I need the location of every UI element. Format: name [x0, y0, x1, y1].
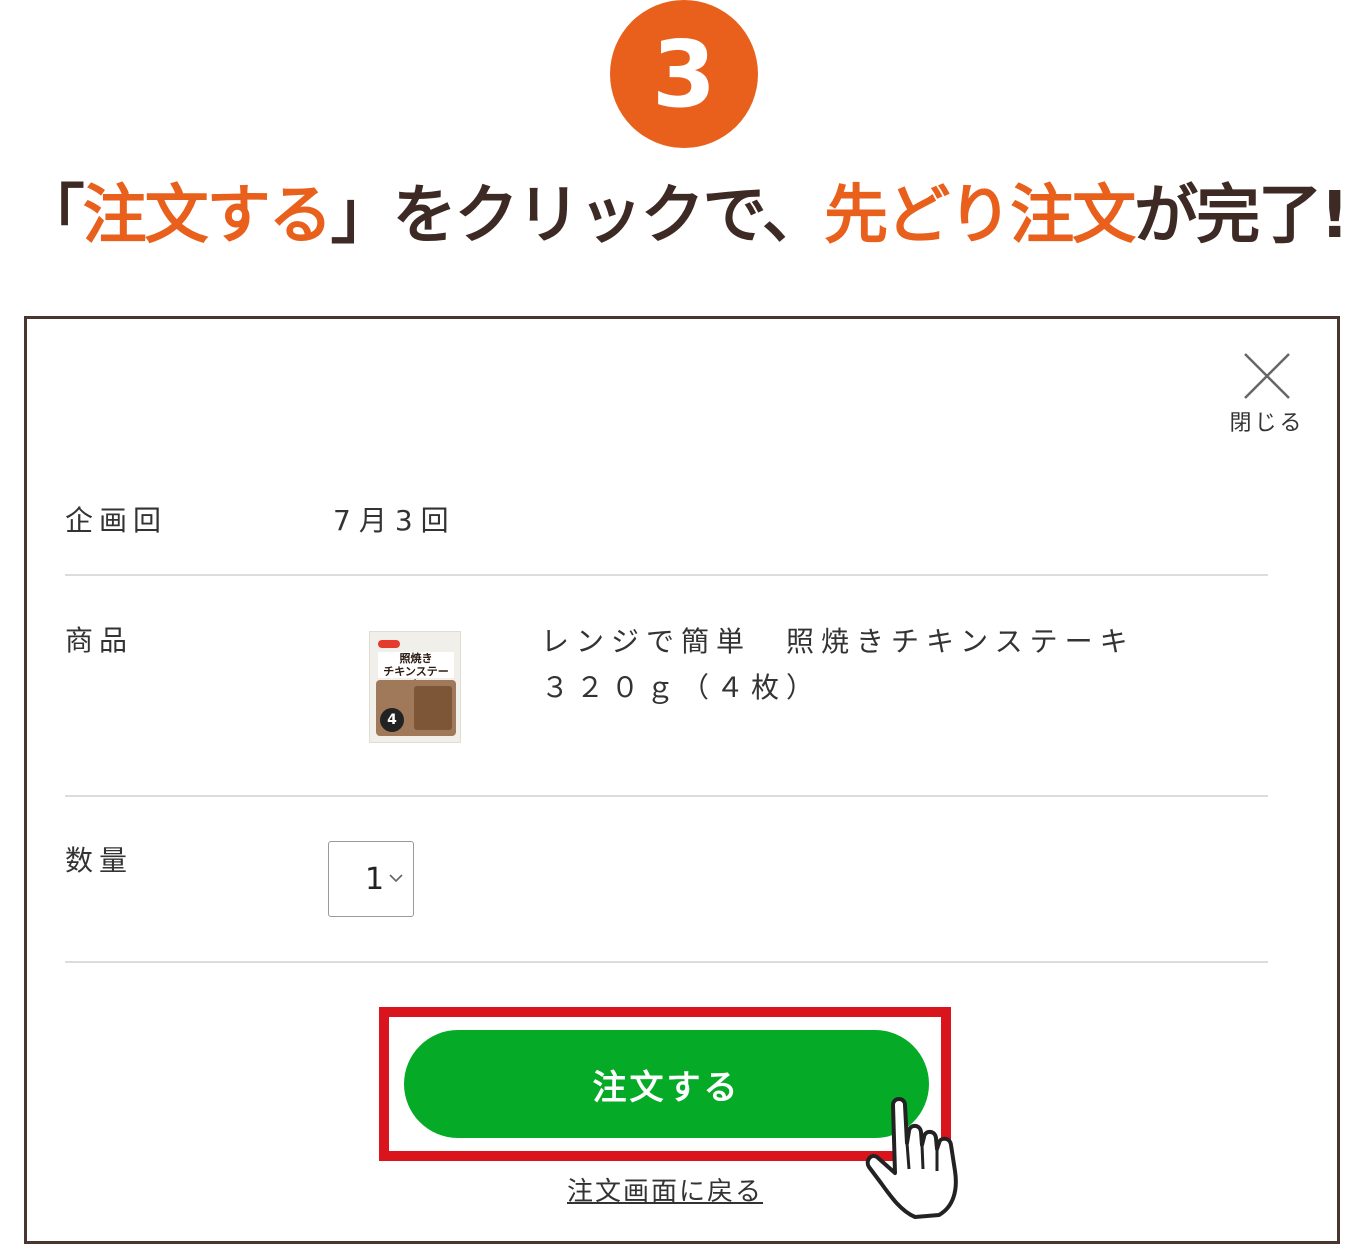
- chevron-down-icon: [389, 874, 403, 883]
- pointing-hand-icon: [865, 1097, 958, 1219]
- plan-label: 企画回: [65, 504, 168, 537]
- headline-preorder-highlight: 先どり注文: [824, 179, 1136, 253]
- back-to-order-link[interactable]: 注文画面に戻る: [567, 1171, 763, 1208]
- product-weight: ３２０ｇ（４枚）: [541, 671, 822, 704]
- quantity-value: 1: [365, 862, 385, 897]
- close-button[interactable]: 閉じる: [1227, 351, 1307, 441]
- quantity-select[interactable]: 1: [328, 841, 414, 917]
- product-package-title: 照焼き チキンステーキ: [378, 652, 454, 691]
- product-image: 照焼き チキンステーキ 4: [369, 631, 461, 743]
- divider: [65, 961, 1268, 963]
- instruction-headline: 「注文する」をクリックで、先どり注文が完了!: [0, 164, 1368, 256]
- product-label: 商品: [65, 624, 134, 657]
- order-confirm-modal: 閉じる 企画回 7月3回 商品 照焼き チキンステーキ 4 レンジで簡単 照焼き…: [24, 316, 1340, 1244]
- order-button[interactable]: 注文する: [404, 1030, 929, 1138]
- product-name-line1: レンジで簡単 照焼きチキンステーキ: [541, 625, 1135, 658]
- brand-logo: [378, 640, 400, 648]
- step-number: 3: [651, 20, 716, 128]
- close-label: 閉じる: [1229, 411, 1305, 436]
- headline-click-text: をクリックで、: [392, 179, 826, 253]
- food-photo-detail: [414, 686, 452, 730]
- package-count-badge: 4: [380, 708, 404, 732]
- headline-open-bracket: 「: [20, 179, 85, 253]
- headline-order-highlight: 注文する: [82, 179, 333, 253]
- divider: [65, 795, 1268, 797]
- close-icon: [1244, 353, 1290, 399]
- quantity-label: 数量: [65, 844, 134, 877]
- headline-complete-text: が完了!: [1134, 179, 1349, 253]
- step-number-badge: 3: [610, 0, 758, 148]
- product-name: レンジで簡単 照焼きチキンステーキ ３２０ｇ（４枚）: [541, 619, 1135, 711]
- divider: [65, 574, 1268, 576]
- headline-close-bracket: 」: [330, 179, 395, 253]
- plan-value: 7月3回: [333, 504, 457, 537]
